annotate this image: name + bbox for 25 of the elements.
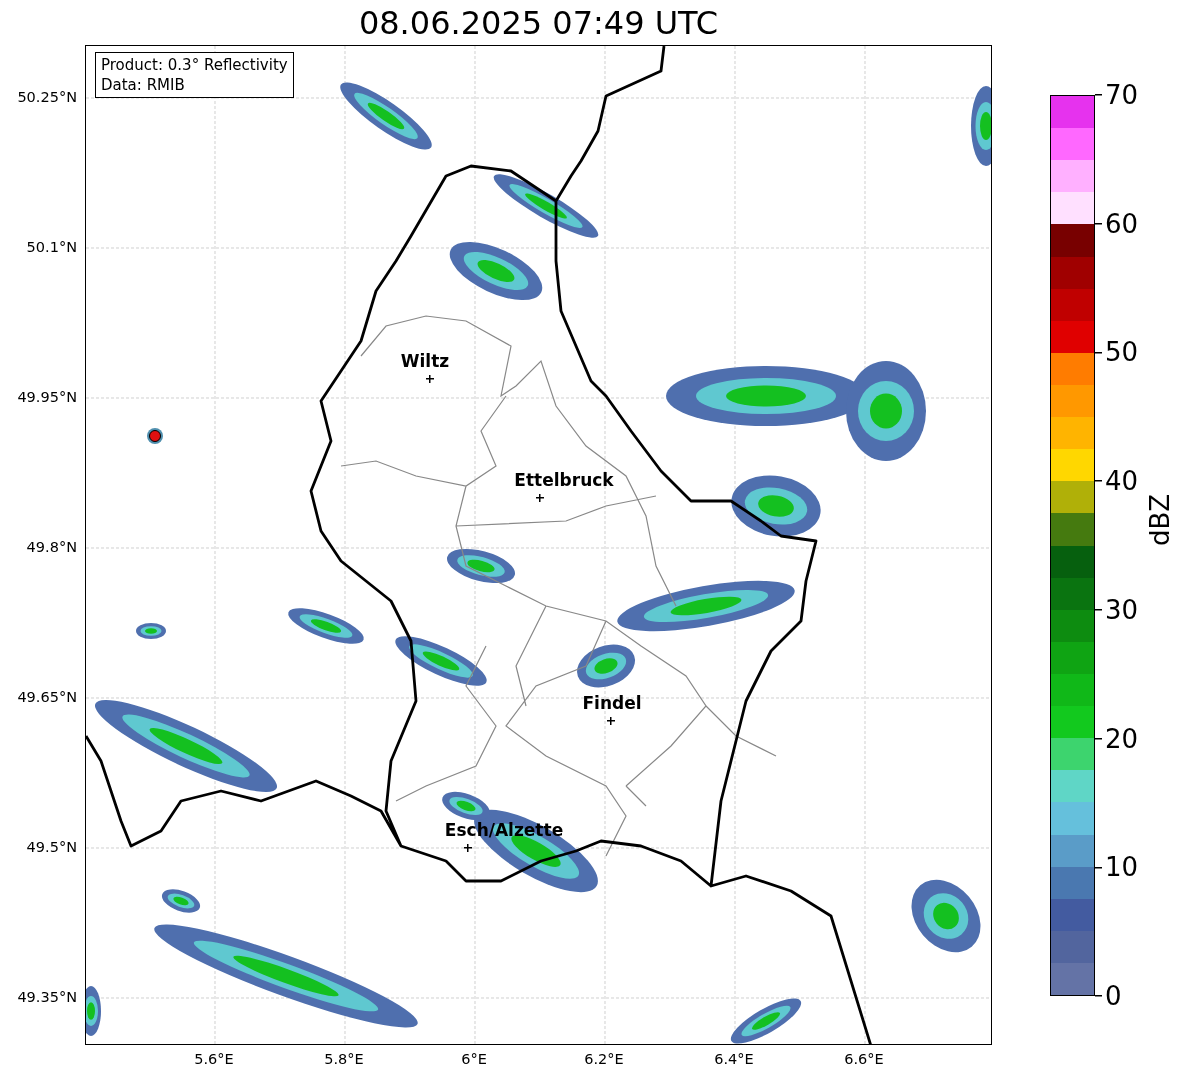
latitude-label: 49.35°N xyxy=(17,989,77,1005)
info-text: Data: RMIB xyxy=(101,75,186,95)
city-label: Wiltz xyxy=(400,353,450,370)
city-marker-icon xyxy=(426,375,434,383)
city-marker-icon xyxy=(607,717,615,725)
latitude-label: 49.8°N xyxy=(26,539,77,555)
longitude-label: 6.2°E xyxy=(584,1051,624,1067)
city-marker-icon xyxy=(536,494,544,502)
latitude-label: 50.1°N xyxy=(26,239,77,255)
city-marker-icon xyxy=(464,844,472,852)
longitude-label: 6.4°E xyxy=(714,1051,754,1067)
chart-title: 08.06.2025 07:49 UTC xyxy=(358,7,719,39)
longitude-label: 6°E xyxy=(461,1051,487,1067)
radar-site-icon xyxy=(146,427,164,445)
longitude-label: 6.6°E xyxy=(844,1051,884,1067)
latitude-label: 49.65°N xyxy=(17,689,77,705)
latitude-label: 49.5°N xyxy=(26,839,77,855)
longitude-label: 5.6°E xyxy=(194,1051,234,1067)
longitude-label: 5.8°E xyxy=(324,1051,364,1067)
latitude-label: 50.25°N xyxy=(17,89,77,105)
info-text: Product: 0.3° Reflectivity xyxy=(101,55,288,75)
latitude-label: 49.95°N xyxy=(17,389,77,405)
scale-unit-label: dBZ xyxy=(1145,493,1175,547)
city-label: Findel xyxy=(582,695,642,712)
city-label: Ettelbruck xyxy=(514,472,614,489)
